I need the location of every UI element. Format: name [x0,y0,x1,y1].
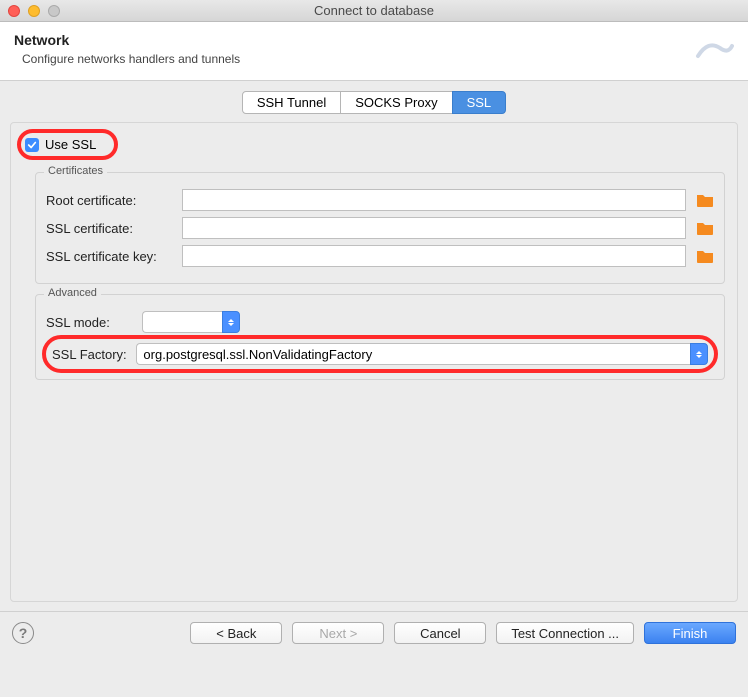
test-connection-button[interactable]: Test Connection ... [496,622,634,644]
root-cert-label: Root certificate: [46,193,176,208]
ssl-cert-input[interactable] [182,217,686,239]
finish-button[interactable]: Finish [644,622,736,644]
advanced-fieldset: Advanced SSL mode: SSL Factory: org.post… [35,294,725,380]
help-icon[interactable]: ? [12,622,34,644]
next-button: Next > [292,622,384,644]
browse-ssl-cert-icon[interactable] [696,220,714,236]
chevron-updown-icon [690,343,708,365]
ssl-key-row: SSL certificate key: [46,245,714,267]
root-cert-input[interactable] [182,189,686,211]
ssl-factory-value: org.postgresql.ssl.NonValidatingFactory [136,343,690,365]
header-decoration-icon [694,26,734,66]
ssl-mode-label: SSL mode: [46,315,136,330]
certificates-legend: Certificates [44,165,107,177]
page-title: Network [14,32,734,48]
ssl-cert-label: SSL certificate: [46,221,176,236]
ssl-mode-row: SSL mode: [46,311,714,333]
ssl-factory-label: SSL Factory: [52,347,130,362]
tab-bar: SSH Tunnel SOCKS Proxy SSL [10,91,738,114]
page-subtitle: Configure networks handlers and tunnels [22,52,734,66]
root-cert-row: Root certificate: [46,189,714,211]
titlebar: Connect to database [0,0,748,22]
ssl-cert-row: SSL certificate: [46,217,714,239]
ssl-mode-select[interactable] [142,311,240,333]
use-ssl-row: Use SSL [25,135,96,154]
highlight-use-ssl: Use SSL [17,129,118,160]
footer: ? < Back Next > Cancel Test Connection .… [0,611,748,654]
ssl-key-label: SSL certificate key: [46,249,176,264]
page-header: Network Configure networks handlers and … [0,22,748,81]
tab-socks-proxy[interactable]: SOCKS Proxy [340,91,452,114]
chevron-updown-icon [222,311,240,333]
ssl-factory-select[interactable]: org.postgresql.ssl.NonValidatingFactory [136,343,708,365]
ssl-panel: Use SSL Certificates Root certificate: S… [10,122,738,602]
use-ssl-checkbox[interactable] [25,138,39,152]
ssl-factory-row: SSL Factory: org.postgresql.ssl.NonValid… [52,343,708,365]
ssl-key-input[interactable] [182,245,686,267]
ssl-mode-value [142,311,222,333]
cancel-button[interactable]: Cancel [394,622,486,644]
certificates-fieldset: Certificates Root certificate: SSL certi… [35,172,725,284]
content-area: SSH Tunnel SOCKS Proxy SSL Use SSL Certi… [0,81,748,611]
browse-ssl-key-icon[interactable] [696,248,714,264]
highlight-ssl-factory: SSL Factory: org.postgresql.ssl.NonValid… [42,335,718,373]
back-button[interactable]: < Back [190,622,282,644]
advanced-legend: Advanced [44,287,101,299]
tab-ssl[interactable]: SSL [452,91,507,114]
tab-ssh-tunnel[interactable]: SSH Tunnel [242,91,341,114]
use-ssl-label: Use SSL [45,137,96,152]
browse-root-cert-icon[interactable] [696,192,714,208]
window-title: Connect to database [0,3,748,18]
